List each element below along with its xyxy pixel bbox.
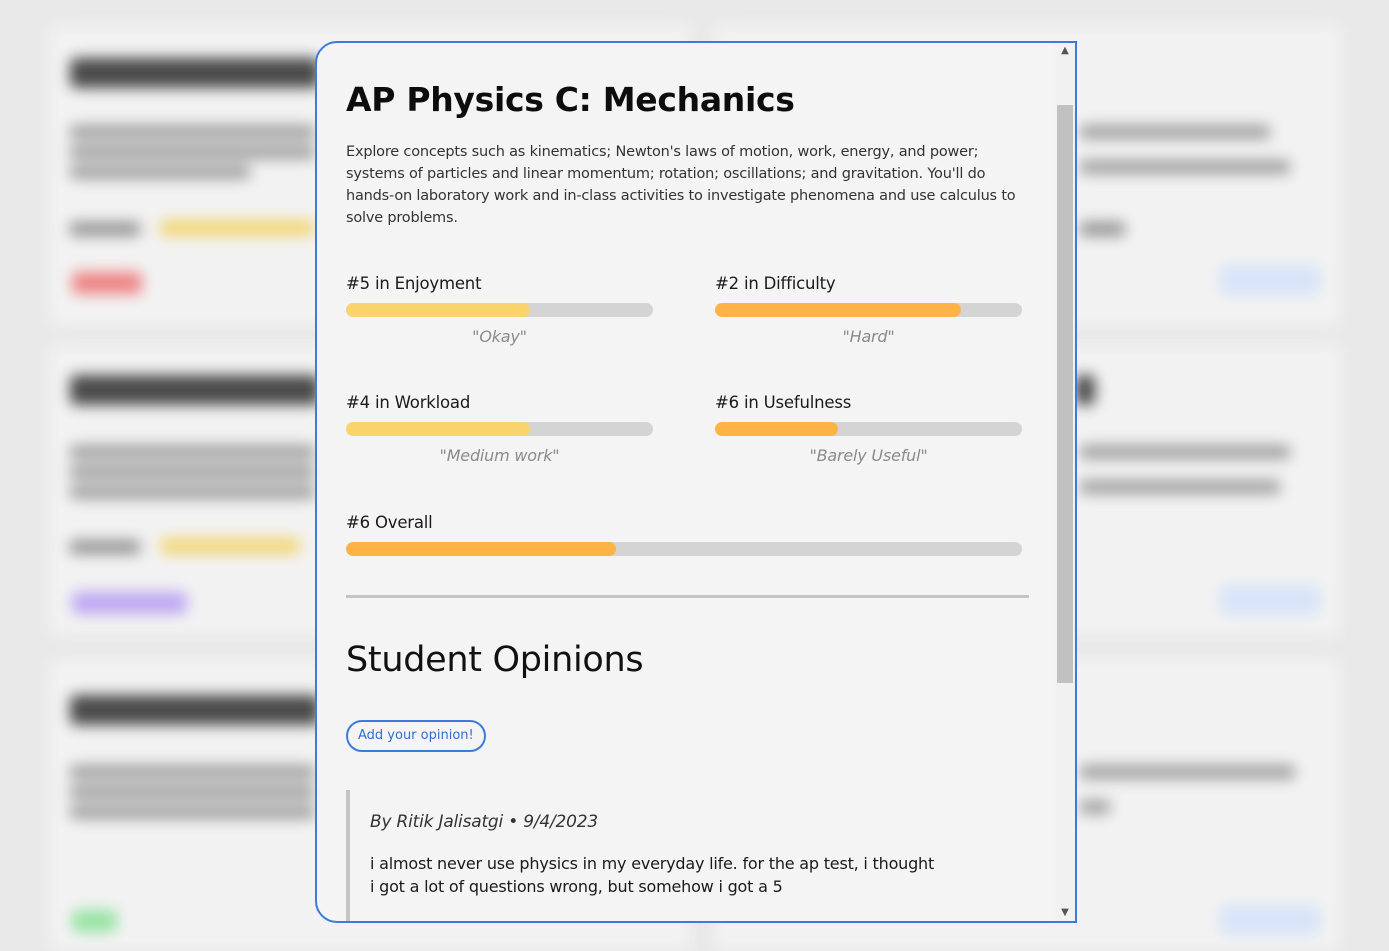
modal-content: AP Physics C: Mechanics Explore concepts… bbox=[317, 43, 1055, 921]
opinion-text: i almost never use physics in my everyda… bbox=[370, 854, 935, 896]
scroll-up-arrow-icon[interactable]: ▲ bbox=[1055, 43, 1075, 59]
rating-track bbox=[346, 422, 653, 436]
bg-label bbox=[70, 222, 140, 236]
rating-track bbox=[715, 303, 1022, 317]
bg-bar bbox=[160, 220, 315, 236]
bg-line bbox=[1080, 800, 1110, 814]
course-description: Explore concepts such as kinematics; New… bbox=[346, 144, 1016, 226]
bg-label bbox=[1080, 222, 1125, 236]
bg-title bbox=[70, 695, 320, 725]
bg-line bbox=[70, 465, 315, 479]
bg-line bbox=[70, 785, 315, 799]
section-divider bbox=[346, 595, 1029, 598]
bg-line bbox=[70, 145, 315, 159]
rating-usefulness: #6 in Usefulness "Barely Useful" bbox=[715, 392, 1022, 465]
student-opinions-heading: Student Opinions bbox=[346, 640, 644, 680]
rating-fill bbox=[346, 303, 531, 317]
rating-label: #6 Overall bbox=[346, 513, 433, 532]
bg-button bbox=[1220, 905, 1320, 935]
rating-fill bbox=[346, 422, 531, 436]
rating-label: #5 in Enjoyment bbox=[346, 274, 482, 293]
bg-line bbox=[70, 445, 315, 459]
rating-fill bbox=[346, 542, 617, 556]
ratings-grid: #5 in Enjoyment "Okay" #2 in Difficulty … bbox=[346, 273, 1026, 593]
rating-overall: #6 Overall bbox=[346, 512, 1022, 556]
modal-scrollbar[interactable]: ▲ ▼ bbox=[1055, 43, 1075, 921]
bg-line bbox=[70, 165, 250, 179]
rating-quote: "Medium work" bbox=[439, 446, 560, 465]
bg-title bbox=[70, 375, 320, 405]
bg-badge bbox=[72, 592, 187, 614]
rating-workload: #4 in Workload "Medium work" bbox=[346, 392, 653, 465]
rating-label: #2 in Difficulty bbox=[715, 274, 836, 293]
scrollbar-thumb[interactable] bbox=[1057, 105, 1073, 683]
bg-button bbox=[1220, 265, 1320, 295]
rating-track bbox=[346, 303, 653, 317]
course-title: AP Physics C: Mechanics bbox=[346, 80, 795, 119]
bg-line bbox=[70, 485, 315, 499]
bg-badge bbox=[72, 910, 117, 932]
bg-title bbox=[1075, 375, 1095, 405]
rating-track bbox=[715, 422, 1022, 436]
bg-bar bbox=[160, 538, 300, 554]
rating-difficulty: #2 in Difficulty "Hard" bbox=[715, 273, 1022, 346]
bg-line bbox=[1080, 125, 1270, 139]
rating-fill bbox=[715, 303, 961, 317]
scroll-down-arrow-icon[interactable]: ▼ bbox=[1055, 905, 1075, 921]
rating-quote: "Hard" bbox=[842, 327, 895, 346]
add-opinion-button[interactable]: Add your opinion! bbox=[346, 720, 486, 752]
opinion-card: By Ritik Jalisatgi • 9/4/2023 i almost n… bbox=[346, 790, 1026, 921]
rating-quote: "Barely Useful" bbox=[809, 446, 928, 465]
bg-line bbox=[70, 765, 315, 779]
rating-quote: "Okay" bbox=[472, 327, 527, 346]
bg-label bbox=[70, 540, 140, 554]
bg-line bbox=[70, 125, 315, 139]
rating-fill bbox=[715, 422, 838, 436]
bg-line bbox=[1080, 160, 1290, 174]
bg-button bbox=[1220, 585, 1320, 615]
bg-badge bbox=[72, 272, 142, 294]
course-detail-modal: AP Physics C: Mechanics Explore concepts… bbox=[315, 41, 1077, 923]
rating-label: #6 in Usefulness bbox=[715, 393, 852, 412]
bg-line bbox=[1080, 445, 1290, 459]
bg-title bbox=[70, 58, 320, 88]
bg-line bbox=[1080, 480, 1280, 494]
bg-line bbox=[70, 805, 315, 819]
rating-track bbox=[346, 542, 1022, 556]
bg-line bbox=[1080, 765, 1295, 779]
opinion-author-date: By Ritik Jalisatgi • 9/4/2023 bbox=[370, 812, 599, 832]
rating-label: #4 in Workload bbox=[346, 393, 471, 412]
rating-enjoyment: #5 in Enjoyment "Okay" bbox=[346, 273, 653, 346]
